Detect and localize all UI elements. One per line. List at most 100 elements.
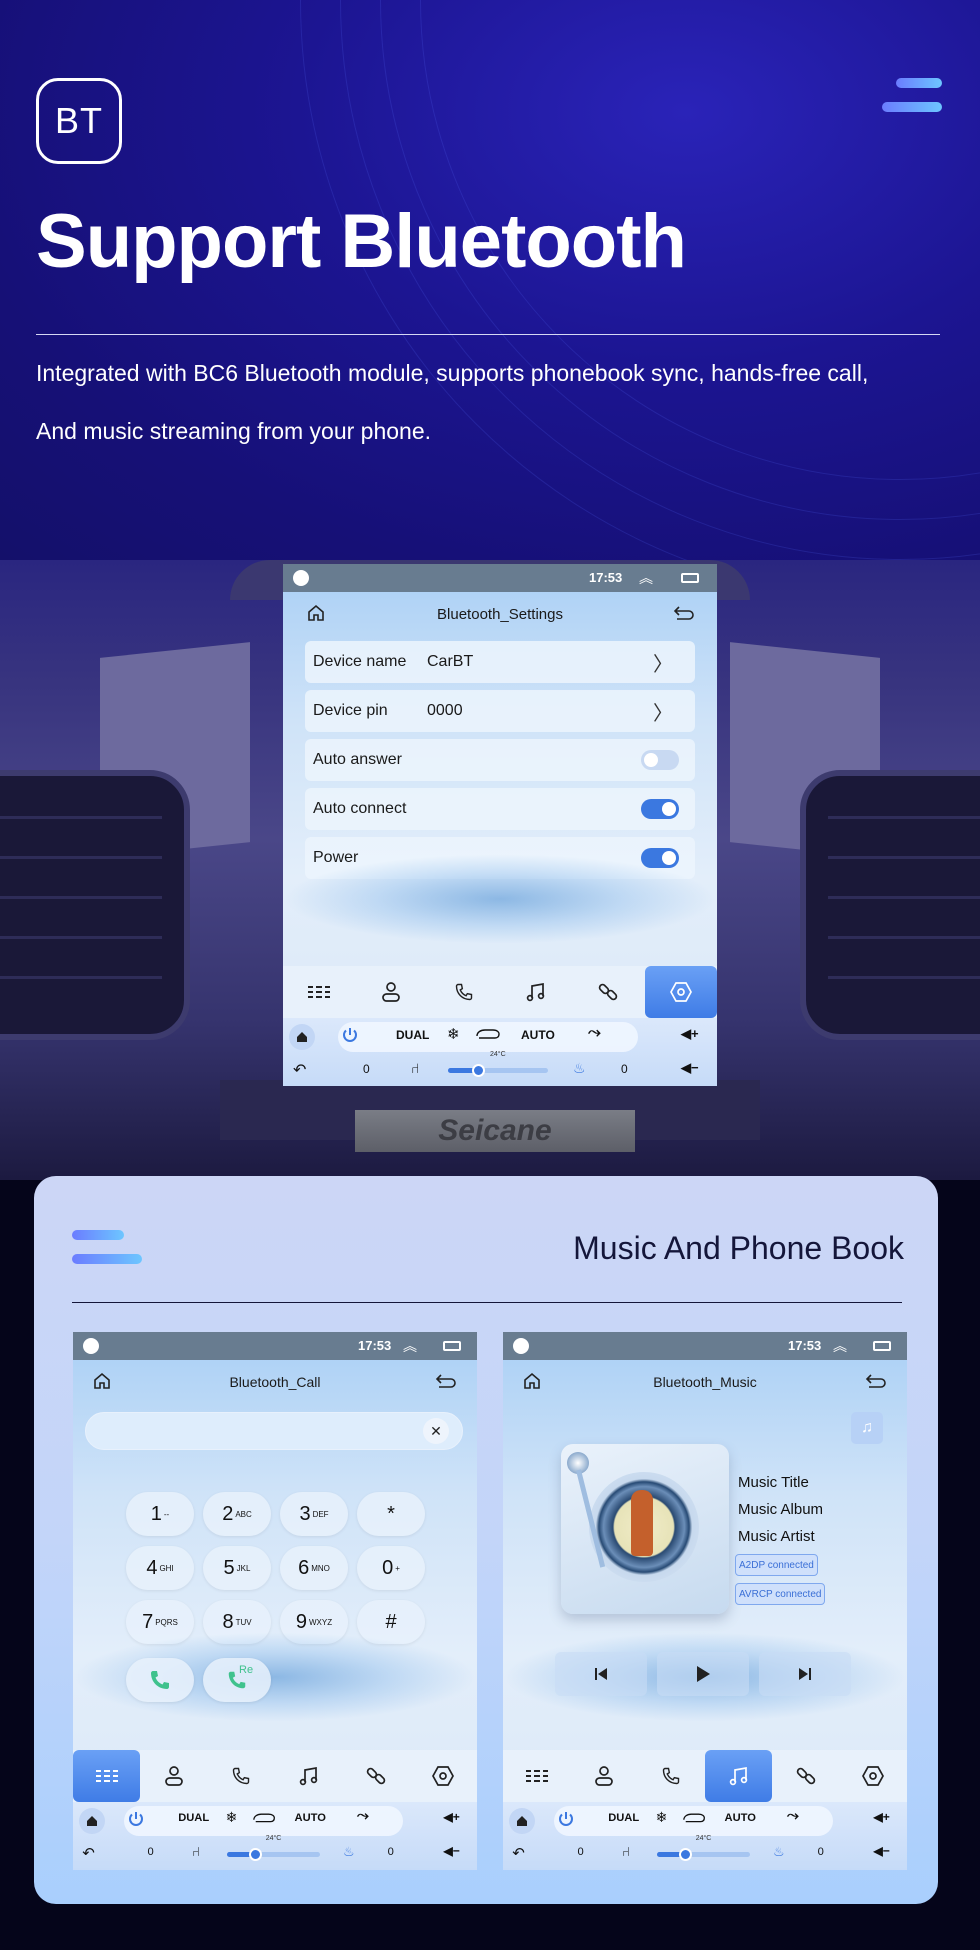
fan-speed-slider[interactable] (226, 1848, 320, 1861)
play-button[interactable] (657, 1652, 749, 1696)
home-icon[interactable] (307, 604, 325, 622)
home-button[interactable] (78, 1808, 105, 1834)
nav-item-calls[interactable] (638, 1750, 705, 1802)
seat-heater-icon[interactable]: ♨ (343, 1844, 355, 1860)
recirculation-icon[interactable] (252, 1811, 276, 1823)
volume-icon[interactable] (83, 1338, 99, 1354)
dual-button[interactable]: DUAL (396, 1028, 429, 1042)
nav-item-link[interactable] (572, 966, 644, 1018)
redial-button[interactable]: Re (203, 1658, 271, 1702)
nav-item-dialpad[interactable] (283, 966, 355, 1018)
auto-button[interactable]: AUTO (521, 1028, 555, 1042)
seat-icon[interactable]: ⑁ (622, 1844, 630, 1859)
nav-item-settings[interactable] (410, 1750, 477, 1802)
nav-item-contacts[interactable] (355, 966, 427, 1018)
seat-icon[interactable]: ⑁ (411, 1060, 419, 1076)
volume-up-icon[interactable]: ◀+ (873, 1810, 889, 1824)
call-button[interactable] (126, 1658, 194, 1702)
back-icon[interactable] (673, 604, 695, 622)
recent-apps-icon[interactable] (681, 573, 699, 583)
volume-icon[interactable] (293, 570, 309, 586)
auto-answer-toggle[interactable] (641, 750, 679, 770)
nav-item-contacts[interactable] (140, 1750, 207, 1802)
chevrons-up-icon[interactable]: ︽ (639, 568, 653, 588)
snowflake-icon[interactable]: ❄ (226, 1809, 238, 1826)
fan-speed-slider[interactable] (656, 1848, 750, 1861)
airflow-icon[interactable]: ⤳ (357, 1808, 369, 1824)
nav-item-settings[interactable] (840, 1750, 907, 1802)
dial-key[interactable]: 3 DEF (280, 1492, 348, 1536)
clear-icon[interactable]: ✕ (423, 1418, 449, 1444)
ac-power-icon[interactable] (557, 1810, 575, 1828)
auto-button[interactable]: AUTO (725, 1812, 756, 1824)
bottom-nav (73, 1750, 477, 1802)
seat-icon[interactable]: ⑁ (192, 1844, 200, 1859)
volume-down-icon[interactable]: ◀− (681, 1060, 699, 1076)
recent-apps-icon[interactable] (873, 1341, 891, 1351)
music-source-icon[interactable]: ♫ (851, 1412, 883, 1444)
fan-speed-slider[interactable] (448, 1064, 548, 1077)
volume-icon[interactable] (513, 1338, 529, 1354)
home-icon[interactable] (93, 1372, 111, 1390)
auto-button[interactable]: AUTO (295, 1812, 326, 1824)
recirculation-icon[interactable] (475, 1027, 501, 1039)
volume-down-icon[interactable]: ◀− (873, 1844, 889, 1858)
volume-up-icon[interactable]: ◀+ (443, 1810, 459, 1824)
chevrons-up-icon[interactable]: ︽ (833, 1336, 847, 1356)
page-title: Support Bluetooth (36, 199, 687, 284)
fan-slider-thumb[interactable] (472, 1064, 485, 1077)
seat-heater-icon[interactable]: ♨ (773, 1844, 785, 1860)
nav-item-music[interactable] (275, 1750, 342, 1802)
back-arrow-icon[interactable]: ↶ (82, 1844, 94, 1862)
dial-key[interactable]: 0 + (357, 1546, 425, 1590)
airflow-icon[interactable]: ⤳ (588, 1024, 601, 1042)
number-input[interactable] (85, 1412, 463, 1450)
menu-icon[interactable] (882, 78, 942, 114)
dial-key[interactable]: 2 ABC (203, 1492, 271, 1536)
snowflake-icon[interactable]: ❄ (656, 1809, 668, 1826)
ac-power-icon[interactable] (341, 1026, 359, 1044)
nav-item-link[interactable] (772, 1750, 839, 1802)
back-arrow-icon[interactable]: ↶ (293, 1060, 306, 1080)
dial-key[interactable]: 6 MNO (280, 1546, 348, 1590)
dial-key[interactable]: 4 GHI (126, 1546, 194, 1590)
dial-key[interactable]: * (357, 1492, 425, 1536)
back-arrow-icon[interactable]: ↶ (512, 1844, 524, 1862)
home-button[interactable] (508, 1808, 535, 1834)
fan-slider-thumb[interactable] (248, 1848, 262, 1861)
nav-item-dialpad[interactable] (503, 1750, 570, 1802)
fan-slider-thumb[interactable] (678, 1848, 692, 1861)
status-bar: 17:53 ︽ (283, 564, 717, 592)
chevrons-up-icon[interactable]: ︽ (403, 1336, 417, 1356)
airflow-icon[interactable]: ⤳ (787, 1808, 799, 1824)
setting-row-device-name[interactable]: Device name CarBT 〉 (305, 641, 695, 683)
nav-item-dialpad[interactable] (73, 1750, 141, 1802)
volume-up-icon[interactable]: ◀+ (681, 1026, 699, 1042)
nav-item-calls[interactable] (208, 1750, 275, 1802)
recent-apps-icon[interactable] (443, 1341, 461, 1351)
nav-item-calls[interactable] (428, 966, 500, 1018)
volume-down-icon[interactable]: ◀− (443, 1844, 459, 1858)
contacts-icon (165, 1766, 183, 1786)
dual-button[interactable]: DUAL (608, 1812, 639, 1824)
nav-item-music[interactable] (500, 966, 572, 1018)
auto-connect-toggle[interactable] (641, 799, 679, 819)
setting-row-device-pin[interactable]: Device pin 0000 〉 (305, 690, 695, 732)
home-button[interactable] (289, 1024, 315, 1050)
nav-item-settings[interactable] (644, 966, 717, 1018)
seat-heater-icon[interactable]: ♨ (573, 1060, 586, 1077)
back-icon[interactable] (865, 1372, 887, 1390)
dial-key[interactable]: 5 JKL (203, 1546, 271, 1590)
previous-track-button[interactable] (555, 1652, 647, 1696)
dual-button[interactable]: DUAL (178, 1812, 209, 1824)
nav-item-music[interactable] (704, 1750, 773, 1802)
ac-power-icon[interactable] (127, 1810, 145, 1828)
home-icon[interactable] (523, 1372, 541, 1390)
recirculation-icon[interactable] (682, 1811, 706, 1823)
back-icon[interactable] (435, 1372, 457, 1390)
dial-key[interactable]: 1 -- (126, 1492, 194, 1536)
snowflake-icon[interactable]: ❄ (447, 1025, 460, 1043)
nav-item-contacts[interactable] (570, 1750, 637, 1802)
nav-item-link[interactable] (342, 1750, 409, 1802)
next-track-button[interactable] (759, 1652, 851, 1696)
